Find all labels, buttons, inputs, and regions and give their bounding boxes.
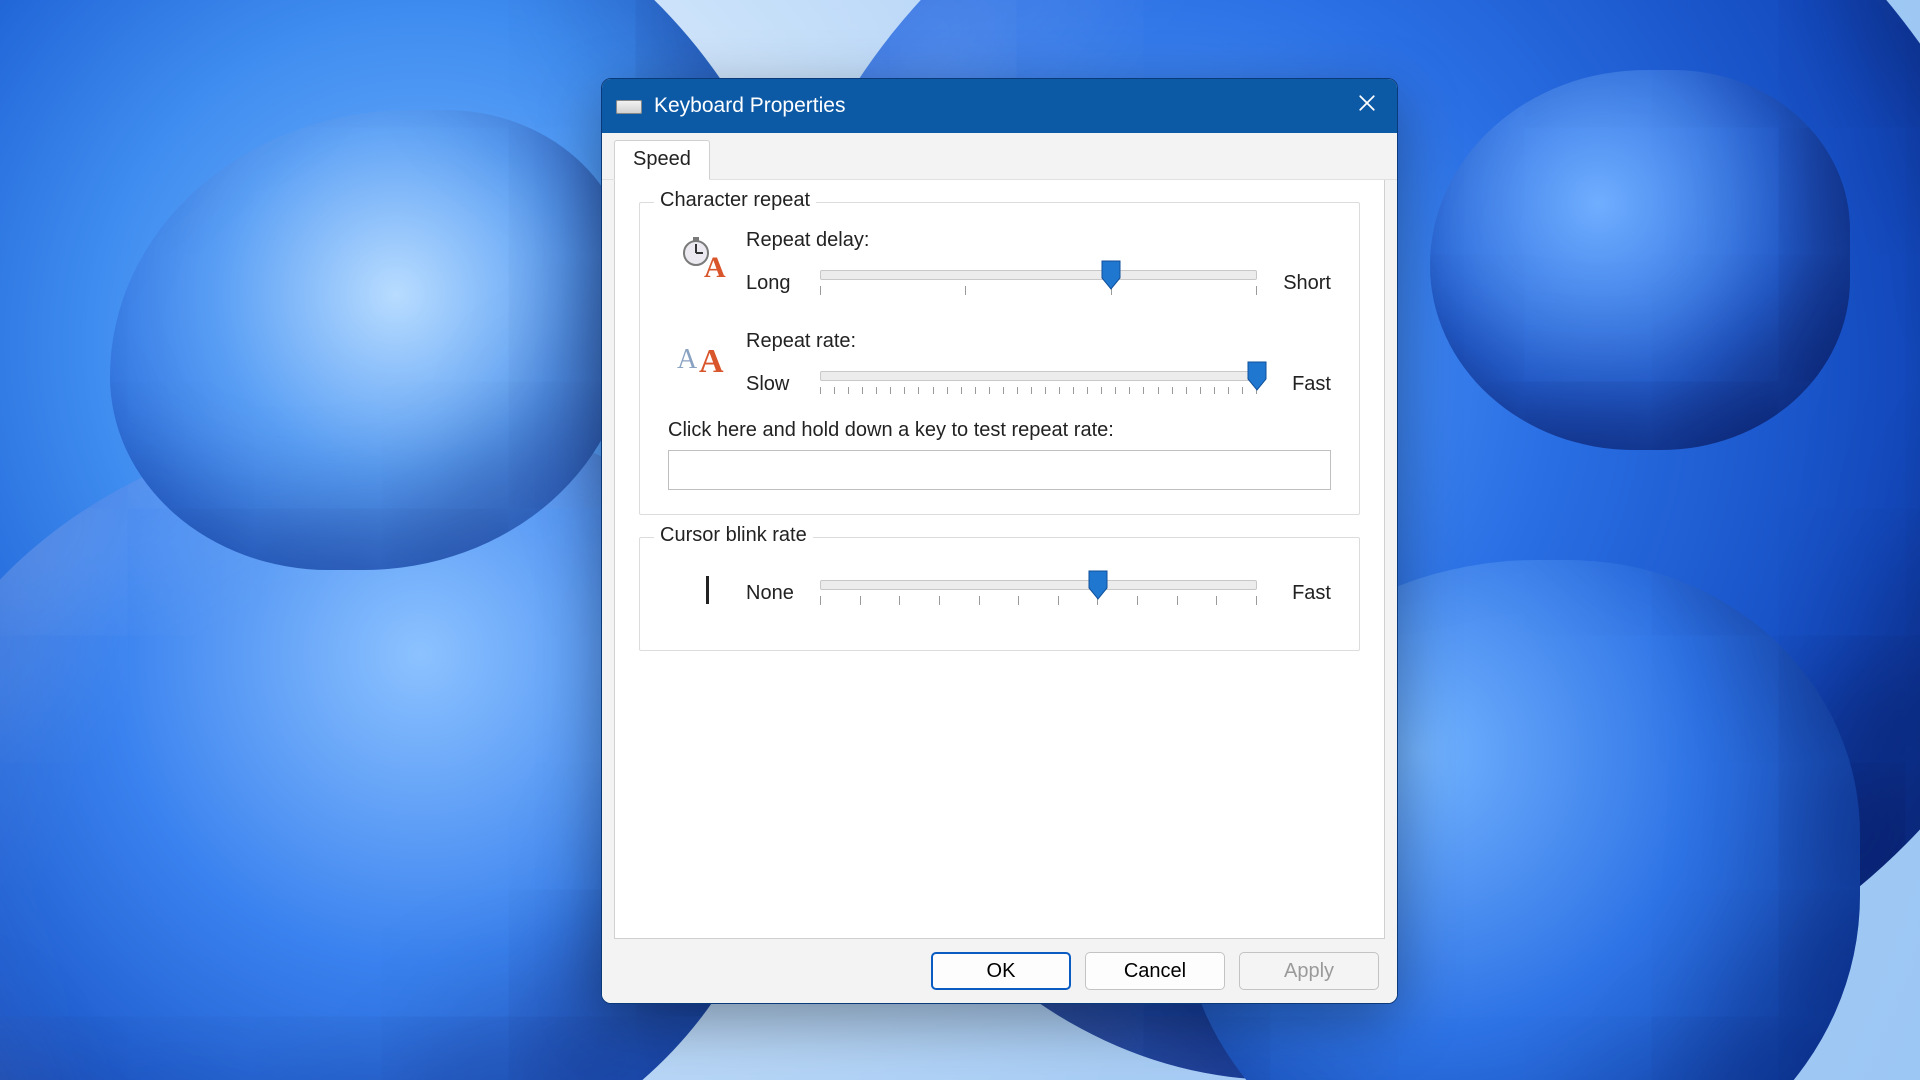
window-title: Keyboard Properties [654, 94, 845, 118]
close-icon [1358, 94, 1376, 118]
group-character-repeat: Character repeat A [639, 202, 1360, 515]
label-test-repeat: Click here and hold down a key to test r… [668, 419, 1331, 442]
label-blink-max: Fast [1275, 582, 1331, 605]
desktop-wallpaper: Keyboard Properties Speed Character repe… [0, 0, 1920, 1080]
slider-thumb[interactable] [1246, 361, 1268, 391]
slider-cursor-blink[interactable] [820, 572, 1257, 614]
double-letter-icon: A A [677, 336, 737, 381]
label-repeat-delay: Repeat delay: [746, 229, 1331, 252]
slider-repeat-rate[interactable] [820, 363, 1257, 405]
row-repeat-rate: A A Repeat rate: Slow [668, 330, 1331, 405]
titlebar[interactable]: Keyboard Properties [602, 79, 1397, 133]
close-button[interactable] [1337, 79, 1397, 133]
svg-text:A: A [699, 343, 724, 376]
row-cursor-blink: None Fast [668, 564, 1331, 614]
tabstrip: Speed [602, 133, 1397, 180]
row-repeat-delay: A Repeat delay: Long [668, 229, 1331, 304]
label-rate-min: Slow [746, 373, 802, 396]
group-cursor-blink: Cursor blink rate None [639, 537, 1360, 651]
ok-button[interactable]: OK [931, 952, 1071, 990]
group-legend-character-repeat: Character repeat [654, 189, 816, 212]
keyboard-icon [616, 100, 642, 114]
label-rate-max: Fast [1275, 373, 1331, 396]
svg-text:A: A [704, 251, 726, 281]
input-test-repeat[interactable] [668, 450, 1331, 490]
cursor-blink-preview [706, 570, 709, 604]
apply-button: Apply [1239, 952, 1379, 990]
label-repeat-rate: Repeat rate: [746, 330, 1331, 353]
tab-speed[interactable]: Speed [614, 140, 710, 180]
group-legend-cursor-blink: Cursor blink rate [654, 524, 813, 547]
keyboard-properties-dialog: Keyboard Properties Speed Character repe… [601, 78, 1398, 1004]
svg-text:A: A [677, 344, 698, 375]
slider-repeat-delay[interactable] [820, 262, 1257, 304]
tabpage-speed: Character repeat A [614, 180, 1385, 939]
label-blink-min: None [746, 582, 802, 605]
stopwatch-letter-icon: A [680, 235, 734, 286]
slider-thumb[interactable] [1087, 570, 1109, 600]
cancel-button[interactable]: Cancel [1085, 952, 1225, 990]
slider-thumb[interactable] [1100, 260, 1122, 290]
dialog-button-row: OK Cancel Apply [602, 939, 1397, 1003]
label-delay-min: Long [746, 272, 802, 295]
label-delay-max: Short [1275, 272, 1331, 295]
